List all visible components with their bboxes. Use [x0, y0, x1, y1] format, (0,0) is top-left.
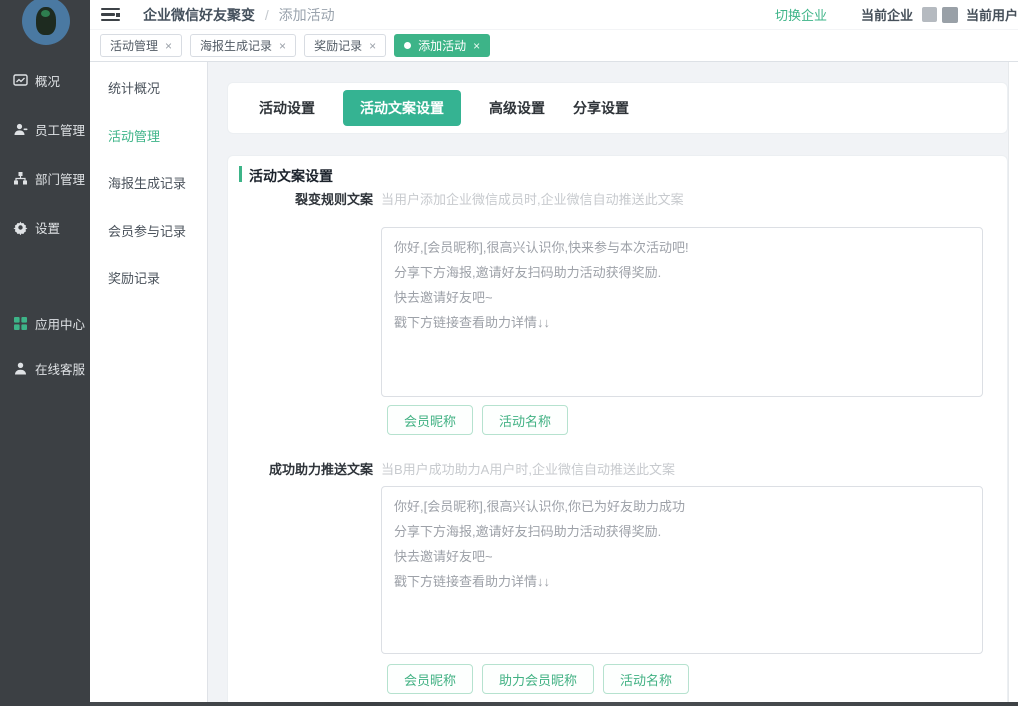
- sidebar-item-employees[interactable]: 员工管理: [0, 119, 90, 139]
- field-hint-fission-rule: 当用户添加企业微信成员时,企业微信自动推送此文案: [381, 189, 684, 208]
- section-accent-bar: [239, 166, 242, 182]
- header-actions: 切换企业 当前企业 当前用户: [775, 5, 1018, 24]
- opened-pages-tagbar: 活动管理 × 海报生成记录 × 奖励记录 × 添加活动 ×: [90, 30, 1018, 62]
- fission-rule-textarea[interactable]: 你好,[会员昵称],很高兴认识你,快来参与本次活动吧! 分享下方海报,邀请好友扫…: [381, 227, 983, 397]
- sidebar-item-label: 在线客服: [35, 359, 85, 378]
- insert-activity-name-button[interactable]: 活动名称: [482, 405, 568, 435]
- page-tag-label: 海报生成记录: [200, 37, 272, 54]
- sidebar-item-overview[interactable]: 概况: [0, 70, 90, 90]
- section-title: 活动文案设置: [249, 166, 333, 186]
- sidebar-item-label: 部门管理: [35, 169, 85, 188]
- close-icon[interactable]: ×: [165, 40, 172, 52]
- page-tag-activity-management[interactable]: 活动管理 ×: [100, 34, 182, 57]
- insert-member-nickname-button[interactable]: 会员昵称: [387, 664, 473, 694]
- tab-activity-settings[interactable]: 活动设置: [259, 98, 315, 118]
- gear-icon: [13, 220, 28, 235]
- page-tag-label: 活动管理: [110, 37, 158, 54]
- main-sidebar: 概况 员工管理 部门管理 设置 应用中心: [0, 0, 90, 706]
- copywriting-form-card: 活动文案设置 裂变规则文案 当用户添加企业微信成员时,企业微信自动推送此文案 你…: [227, 155, 1008, 706]
- active-tab-dot: [404, 42, 411, 49]
- insert-assist-member-nickname-button[interactable]: 助力会员昵称: [482, 664, 594, 694]
- submenu-item-member-participation[interactable]: 会员参与记录: [108, 221, 186, 239]
- sidebar-item-label: 概况: [35, 71, 60, 90]
- tab-share-settings[interactable]: 分享设置: [573, 98, 629, 118]
- sidebar-item-label: 应用中心: [35, 314, 85, 333]
- scrollbar-track[interactable]: [1008, 62, 1018, 706]
- page-tag-label: 奖励记录: [314, 37, 362, 54]
- settings-tabs-card: 活动设置 活动文案设置 高级设置 分享设置: [227, 82, 1008, 134]
- sidebar-item-label: 员工管理: [35, 120, 85, 139]
- page-tag-add-activity[interactable]: 添加活动 ×: [394, 34, 490, 57]
- support-icon: [13, 361, 28, 376]
- close-icon[interactable]: ×: [473, 40, 480, 52]
- tab-advanced-settings[interactable]: 高级设置: [489, 98, 545, 118]
- breadcrumb-current: 添加活动: [279, 7, 335, 23]
- field-hint-assist-success: 当B用户成功助力A用户时,企业微信自动推送此文案: [381, 459, 675, 478]
- insert-variable-row-1: 会员昵称 活动名称: [387, 405, 577, 435]
- top-header: 企业微信好友聚变 / 添加活动 切换企业 当前企业 当前用户: [90, 0, 1018, 30]
- field-label-assist-success: 成功助力推送文案: [228, 459, 373, 478]
- sidebar-item-online-support[interactable]: 在线客服: [0, 358, 90, 378]
- submenu-item-reward-records[interactable]: 奖励记录: [108, 268, 160, 286]
- sidebar-item-departments[interactable]: 部门管理: [0, 168, 90, 188]
- sidebar-item-label: 设置: [35, 218, 60, 237]
- insert-variable-row-2: 会员昵称 助力会员昵称 活动名称: [387, 664, 698, 694]
- tab-copywriting-settings[interactable]: 活动文案设置: [343, 90, 461, 126]
- app-window: 概况 员工管理 部门管理 设置 应用中心: [0, 0, 1018, 706]
- insert-member-nickname-button[interactable]: 会员昵称: [387, 405, 473, 435]
- collapse-menu-icon[interactable]: [101, 8, 120, 22]
- dashboard-icon: [13, 73, 28, 88]
- submenu-item-activity-management[interactable]: 活动管理: [108, 126, 160, 144]
- switch-company-link[interactable]: 切换企业: [775, 5, 827, 24]
- user-avatar-redacted: [942, 7, 958, 23]
- main-content: 活动设置 活动文案设置 高级设置 分享设置 活动文案设置 裂变规则文案 当用户添…: [208, 62, 1018, 706]
- app-logo-avatar[interactable]: [22, 0, 70, 45]
- department-icon: [13, 171, 28, 186]
- submenu-item-poster-records[interactable]: 海报生成记录: [108, 173, 186, 191]
- mascot-logo-image: [36, 7, 56, 35]
- field-label-fission-rule: 裂变规则文案: [228, 189, 373, 208]
- company-logo-redacted: [922, 7, 937, 22]
- close-icon[interactable]: ×: [369, 40, 376, 52]
- breadcrumb-separator: /: [265, 7, 269, 23]
- assist-success-textarea[interactable]: 你好,[会员昵称],很高兴认识你,你已为好友助力成功 分享下方海报,邀请好友扫码…: [381, 486, 983, 654]
- sidebar-item-settings[interactable]: 设置: [0, 217, 90, 237]
- cropped-window-edge: [90, 702, 1018, 706]
- secondary-sidebar: 统计概况 活动管理 海报生成记录 会员参与记录 奖励记录: [90, 62, 208, 706]
- current-company-label: 当前企业: [861, 5, 913, 24]
- sidebar-item-app-center[interactable]: 应用中心: [0, 313, 90, 333]
- submenu-item-statistics[interactable]: 统计概况: [108, 78, 160, 96]
- page-tag-reward-records[interactable]: 奖励记录 ×: [304, 34, 386, 57]
- page-tag-poster-records[interactable]: 海报生成记录 ×: [190, 34, 296, 57]
- page-tag-label: 添加活动: [418, 37, 466, 54]
- insert-activity-name-button[interactable]: 活动名称: [603, 664, 689, 694]
- breadcrumb-root[interactable]: 企业微信好友聚变: [143, 7, 255, 23]
- apps-icon: [13, 316, 28, 331]
- current-user-label[interactable]: 当前用户: [966, 5, 1018, 24]
- breadcrumb: 企业微信好友聚变 / 添加活动: [143, 5, 335, 25]
- close-icon[interactable]: ×: [279, 40, 286, 52]
- employee-icon: [13, 122, 28, 137]
